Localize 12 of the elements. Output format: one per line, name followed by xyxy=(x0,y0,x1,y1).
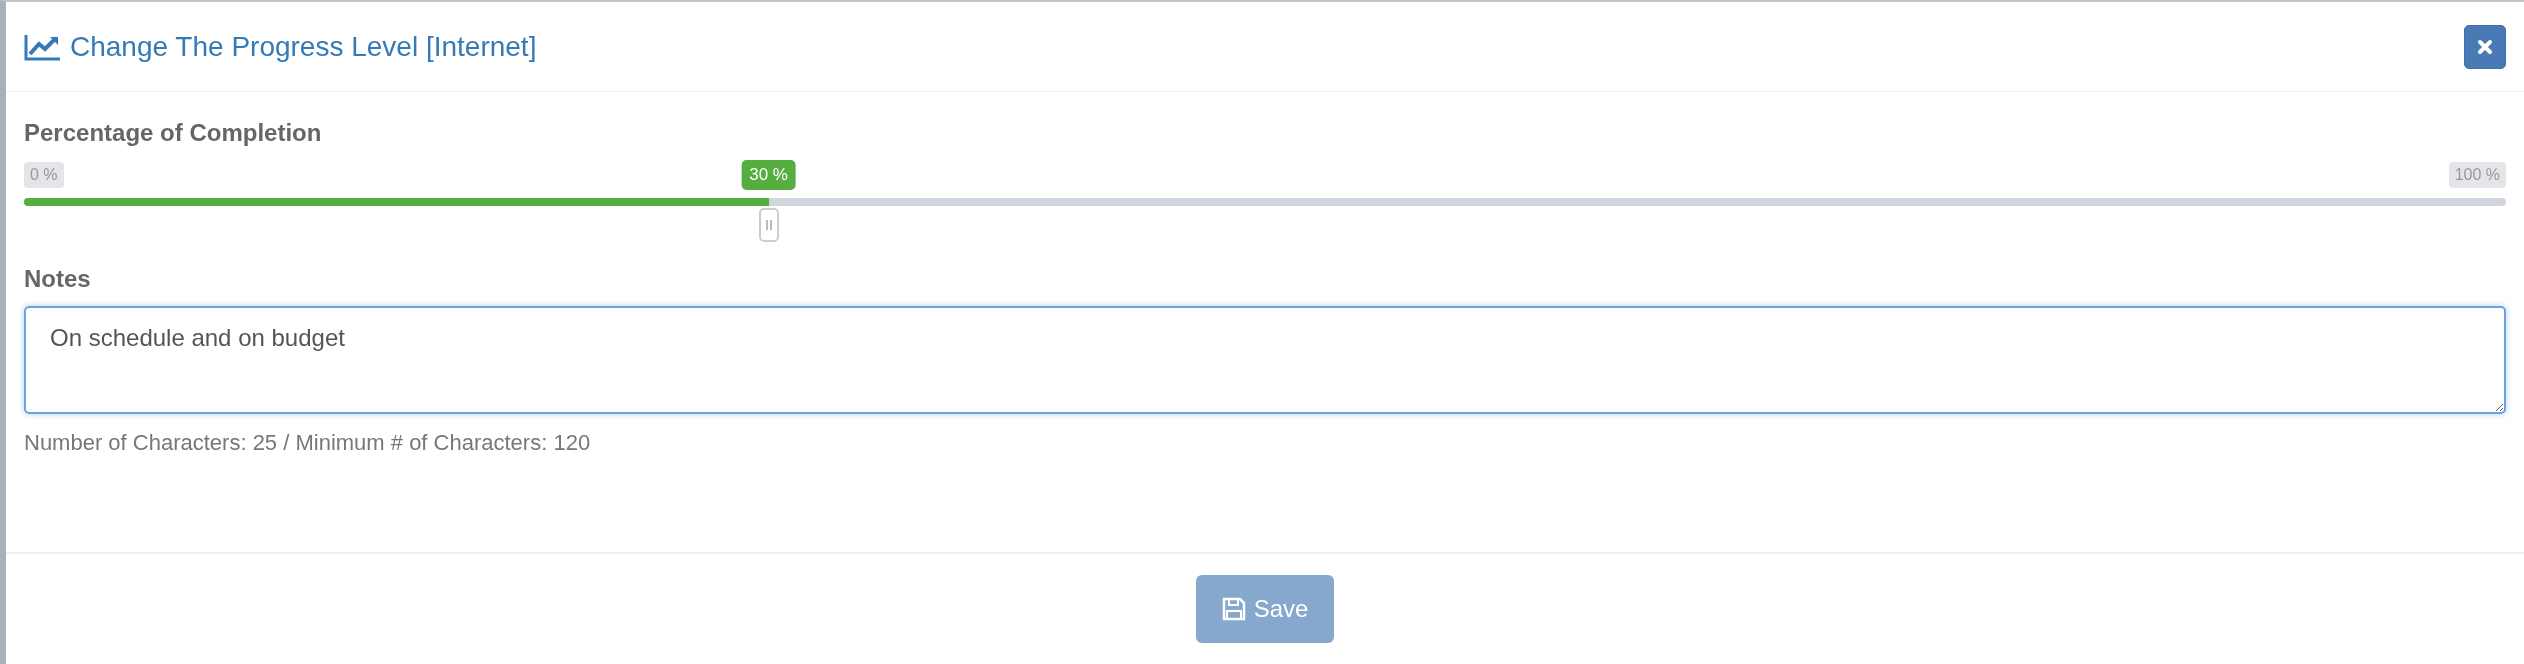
field-label: Percentage of Completion xyxy=(24,118,323,148)
field-label: Notes xyxy=(24,264,92,294)
min-label: 0 % xyxy=(24,162,64,188)
notes-field[interactable]: On schedule and on budget xyxy=(24,306,2506,414)
close-icon xyxy=(2477,38,2493,55)
line-chart-icon xyxy=(24,32,62,61)
close-button[interactable] xyxy=(2464,24,2506,69)
dialog-title: Change The Progress Level [Internet] xyxy=(70,29,537,64)
slider-handle[interactable] xyxy=(758,208,779,242)
character-count: Number of Characters: 25 / Minimum # of Characters: 120 xyxy=(24,429,592,457)
max-label: 100 % xyxy=(2448,162,2506,188)
value-tooltip: 30 % xyxy=(741,160,796,190)
